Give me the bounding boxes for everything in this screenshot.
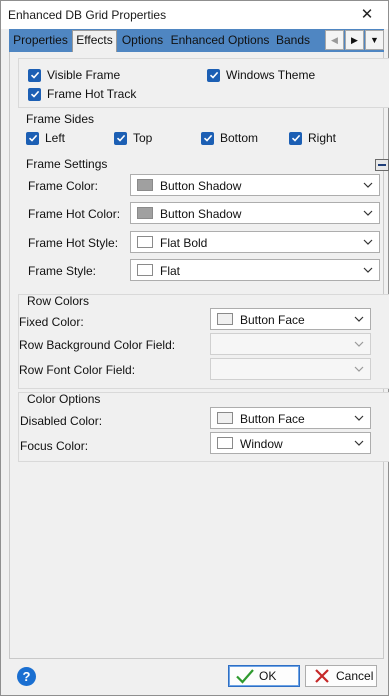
row-font-field-combo[interactable] (210, 358, 371, 380)
visible-frame-checkbox[interactable]: Visible Frame (28, 67, 120, 83)
side-left-label: Left (45, 131, 66, 145)
color-swatch-icon (217, 412, 233, 424)
side-right-label: Right (308, 131, 337, 145)
tab-enhanced-options[interactable]: Enhanced Options (167, 31, 273, 51)
chevron-down-icon (363, 182, 373, 188)
ok-button[interactable]: OK (228, 665, 300, 687)
tab-scroll-left-icon[interactable]: ◀ (325, 30, 344, 50)
checkmark-icon (28, 68, 41, 82)
side-bottom-checkbox[interactable]: Bottom (201, 130, 258, 146)
checkmark-icon (236, 669, 254, 684)
frame-hot-track-label: Frame Hot Track (47, 87, 137, 101)
row-colors-title: Row Colors (27, 294, 90, 308)
side-top-label: Top (133, 131, 153, 145)
frame-color-label: Frame Color: (28, 179, 99, 193)
close-icon[interactable]: ✕ (356, 5, 378, 25)
cancel-label: Cancel (336, 669, 374, 683)
focus-color-label: Focus Color: (20, 439, 89, 453)
color-swatch-icon (217, 313, 233, 325)
fixed-color-value: Button Face (240, 313, 305, 327)
chevron-down-icon (363, 239, 373, 245)
chevron-down-icon (363, 210, 373, 216)
checkmark-icon (114, 131, 127, 145)
checkmark-icon (26, 131, 39, 145)
windows-theme-checkbox[interactable]: Windows Theme (207, 67, 315, 83)
side-left-checkbox[interactable]: Left (26, 130, 65, 146)
fixed-color-combo[interactable]: Button Face (210, 308, 371, 330)
dialog-window: Enhanced DB Grid Properties ✕ Properties… (0, 0, 389, 696)
row-font-field-label: Row Font Color Field: (19, 363, 136, 377)
tab-bands[interactable]: Bands (274, 31, 312, 51)
frame-hot-color-value: Button Shadow (160, 207, 242, 221)
chevron-down-icon (354, 366, 364, 372)
windows-theme-label: Windows Theme (226, 68, 316, 82)
color-swatch-icon (137, 179, 153, 191)
collapse-icon[interactable] (375, 159, 389, 171)
chevron-down-icon (363, 267, 373, 273)
chevron-down-icon (354, 440, 364, 446)
tab-strip: Properties Effects Options Enhanced Opti… (9, 29, 384, 53)
frame-hot-style-value: Flat Bold (160, 236, 208, 250)
cancel-x-icon (315, 669, 329, 683)
visible-frame-label: Visible Frame (47, 68, 121, 82)
color-options-group: Color Options Disabled Color: Button Fac… (18, 392, 389, 462)
row-colors-group: Row Colors Fixed Color: Button Face Row … (18, 294, 389, 389)
focus-color-value: Window (240, 437, 283, 451)
frame-hot-color-label: Frame Hot Color: (28, 207, 121, 221)
checkmark-icon (207, 68, 220, 82)
disabled-color-combo[interactable]: Button Face (210, 407, 371, 429)
focus-color-combo[interactable]: Window (210, 432, 371, 454)
tab-properties[interactable]: Properties (10, 31, 71, 51)
tab-menu-icon[interactable]: ▼ (365, 30, 384, 50)
ok-label: OK (259, 669, 277, 683)
window-title: Enhanced DB Grid Properties (8, 8, 167, 22)
style-swatch-icon (137, 264, 153, 276)
title-bar: Enhanced DB Grid Properties ✕ (1, 1, 388, 29)
frame-color-value: Button Shadow (160, 179, 242, 193)
side-top-checkbox[interactable]: Top (114, 130, 152, 146)
button-bar: ? OK Cancel (1, 659, 388, 695)
frame-hot-style-label: Frame Hot Style: (28, 236, 119, 250)
frame-color-combo[interactable]: Button Shadow (130, 174, 380, 196)
checkmark-icon (28, 87, 41, 101)
checkmark-icon (201, 131, 214, 145)
tab-scroll-controls: ◀ ▶ ▼ (324, 30, 384, 51)
frame-options-group: Visible Frame Windows Theme Frame Hot Tr… (18, 58, 389, 108)
frame-hot-color-combo[interactable]: Button Shadow (130, 202, 380, 224)
frame-sides-title: Frame Sides (26, 112, 95, 126)
color-swatch-icon (217, 437, 233, 449)
tab-options[interactable]: Options (119, 31, 166, 51)
disabled-color-label: Disabled Color: (20, 414, 103, 428)
frame-hot-track-checkbox[interactable]: Frame Hot Track (28, 86, 136, 102)
frame-style-value: Flat (160, 264, 181, 278)
cancel-button[interactable]: Cancel (305, 665, 377, 687)
frame-settings-group: Frame Settings Frame Color: Button Shado… (18, 157, 389, 293)
frame-hot-style-combo[interactable]: Flat Bold (130, 231, 380, 253)
side-bottom-label: Bottom (220, 131, 259, 145)
disabled-color-value: Button Face (240, 412, 305, 426)
frame-style-label: Frame Style: (28, 264, 97, 278)
color-options-title: Color Options (27, 392, 101, 406)
row-bg-field-combo[interactable] (210, 333, 371, 355)
chevron-down-icon (354, 341, 364, 347)
fixed-color-label: Fixed Color: (19, 315, 84, 329)
checkmark-icon (289, 131, 302, 145)
style-swatch-icon (137, 236, 153, 248)
tab-scroll-right-icon[interactable]: ▶ (345, 30, 364, 50)
row-bg-field-label: Row Background Color Field: (19, 338, 176, 352)
color-swatch-icon (137, 207, 153, 219)
frame-style-combo[interactable]: Flat (130, 259, 380, 281)
help-icon[interactable]: ? (17, 667, 36, 686)
frame-settings-title: Frame Settings (26, 157, 108, 171)
tab-effects[interactable]: Effects (72, 30, 117, 53)
chevron-down-icon (354, 415, 364, 421)
side-right-checkbox[interactable]: Right (289, 130, 336, 146)
chevron-down-icon (354, 316, 364, 322)
effects-panel: Visible Frame Windows Theme Frame Hot Tr… (9, 52, 389, 659)
